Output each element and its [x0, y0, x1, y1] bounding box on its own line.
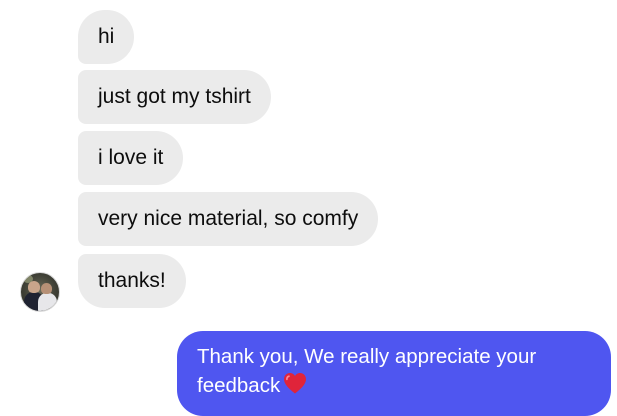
- avatar-person-body: [38, 293, 57, 311]
- avatar[interactable]: [20, 272, 60, 312]
- message-thread: hi just got my tshirt i love it very nic…: [0, 0, 617, 416]
- message-text: Thank you, We really appreciate your fee…: [197, 345, 537, 397]
- message-text: very nice material, so comfy: [98, 207, 359, 230]
- message-bubble-incoming[interactable]: i love it: [78, 131, 184, 185]
- message-text: thanks!: [98, 269, 166, 292]
- message-bubble-incoming[interactable]: thanks!: [78, 254, 186, 308]
- message-bubble-incoming[interactable]: hi: [78, 10, 135, 64]
- message-text: just got my tshirt: [98, 85, 251, 108]
- message-bubble-incoming[interactable]: very nice material, so comfy: [78, 192, 379, 246]
- avatar-person-head: [28, 281, 40, 293]
- message-bubble-incoming[interactable]: just got my tshirt: [78, 70, 271, 124]
- message-text: hi: [98, 25, 115, 48]
- message-text: i love it: [98, 146, 164, 169]
- avatar-person-head: [41, 283, 52, 294]
- red-heart-icon: [282, 371, 308, 403]
- message-bubble-outgoing[interactable]: Thank you, We really appreciate your fee…: [177, 331, 611, 416]
